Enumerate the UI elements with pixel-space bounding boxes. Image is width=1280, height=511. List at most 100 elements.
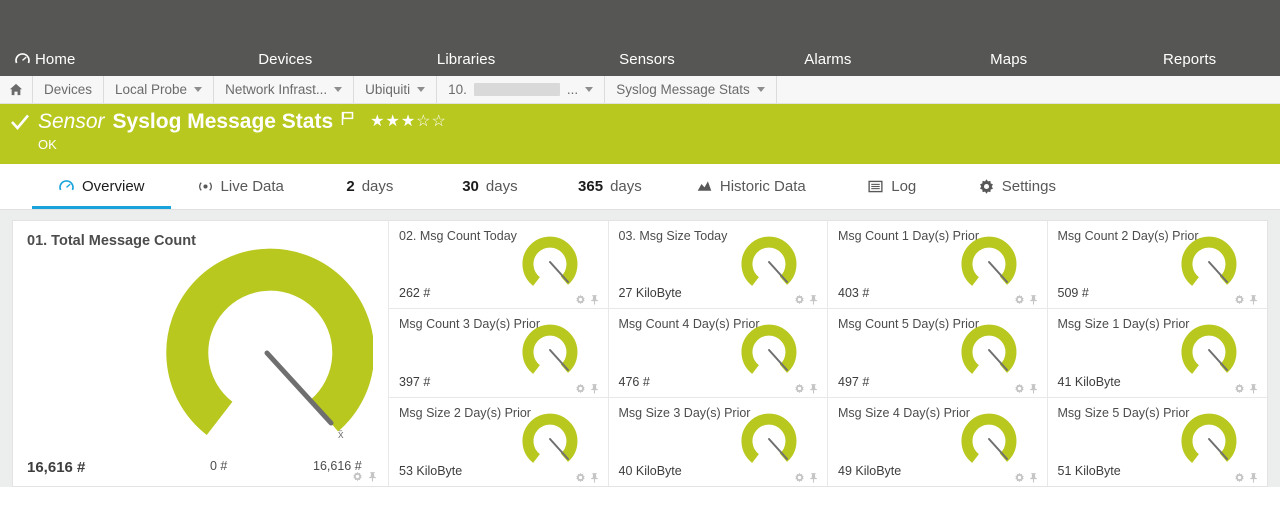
breadcrumb-label-suffix: ...	[567, 82, 578, 97]
gear-icon[interactable]	[1014, 381, 1025, 392]
star-icon-empty[interactable]: ☆	[416, 114, 430, 130]
gear-icon[interactable]	[1234, 381, 1245, 392]
pin-icon[interactable]	[589, 470, 600, 481]
gear-icon[interactable]	[352, 469, 363, 480]
pin-icon[interactable]	[1248, 470, 1259, 481]
tab-number: 365	[578, 178, 603, 195]
tab-settings[interactable]: Settings	[952, 164, 1082, 209]
channel-card[interactable]: Msg Size 1 Day(s) Prior 41 KiloByte	[1048, 309, 1268, 397]
gear-icon[interactable]	[1014, 470, 1025, 481]
pin-icon[interactable]	[808, 381, 819, 392]
chevron-down-icon[interactable]	[585, 87, 593, 92]
star-icon-filled[interactable]: ★	[385, 114, 399, 130]
star-icon-filled[interactable]: ★	[370, 114, 384, 130]
gear-icon	[978, 178, 995, 195]
tab-log[interactable]: Log	[832, 164, 952, 209]
main-gauge-actions	[352, 469, 378, 480]
nav-item-maps[interactable]: Maps	[918, 42, 1099, 76]
channel-card[interactable]: Msg Count 5 Day(s) Prior 497 #	[828, 309, 1048, 397]
pin-icon[interactable]	[808, 470, 819, 481]
channel-value: 40 KiloByte	[619, 464, 682, 478]
gear-icon[interactable]	[794, 292, 805, 303]
gear-icon[interactable]	[1234, 292, 1245, 303]
gear-icon[interactable]	[794, 381, 805, 392]
redacted-block	[474, 83, 560, 96]
tab-365-days[interactable]: 365 days	[550, 164, 670, 209]
pin-icon[interactable]	[1028, 470, 1039, 481]
channel-actions	[1234, 381, 1259, 392]
channel-card[interactable]: Msg Count 3 Day(s) Prior 397 #	[389, 309, 609, 397]
pin-icon[interactable]	[1028, 381, 1039, 392]
channel-actions	[1014, 470, 1039, 481]
pin-icon[interactable]	[1028, 292, 1039, 303]
breadcrumb-item-device-ip[interactable]: 10. ...	[437, 76, 605, 103]
breadcrumb-item-ubiquiti[interactable]: Ubiquiti	[354, 76, 437, 103]
nav-item-reports[interactable]: Reports	[1099, 42, 1280, 76]
tab-2-days[interactable]: 2 days	[310, 164, 430, 209]
check-icon	[10, 112, 30, 132]
sensor-title-row: Sensor Syslog Message Stats ★ ★ ★ ☆ ☆	[10, 110, 1280, 134]
channel-card[interactable]: Msg Size 2 Day(s) Prior 53 KiloByte	[389, 398, 609, 486]
star-icon-filled[interactable]: ★	[401, 114, 415, 130]
main-gauge-value: 16,616 #	[27, 459, 85, 476]
channel-value: 41 KiloByte	[1058, 375, 1121, 389]
channel-card[interactable]: 02. Msg Count Today 262 #	[389, 221, 609, 309]
nav-item-home[interactable]: Home	[0, 42, 195, 76]
gear-icon[interactable]	[575, 292, 586, 303]
breadcrumb: Devices Local Probe Network Infrast... U…	[0, 76, 1280, 104]
channel-card[interactable]: Msg Count 2 Day(s) Prior 509 #	[1048, 221, 1268, 309]
gear-icon[interactable]	[575, 470, 586, 481]
nav-item-devices[interactable]: Devices	[195, 42, 376, 76]
flag-icon[interactable]	[341, 111, 354, 126]
breadcrumb-item-syslog-message-stats[interactable]: Syslog Message Stats	[605, 76, 777, 103]
channel-card[interactable]: 03. Msg Size Today 27 KiloByte	[609, 221, 829, 309]
pin-icon[interactable]	[1248, 292, 1259, 303]
pin-icon[interactable]	[1248, 381, 1259, 392]
mean-marker: x̄	[338, 429, 344, 441]
breadcrumb-item-local-probe[interactable]: Local Probe	[104, 76, 214, 103]
pin-icon[interactable]	[589, 381, 600, 392]
nav-item-label: Home	[35, 51, 75, 68]
breadcrumb-item-devices[interactable]: Devices	[33, 76, 104, 103]
top-navigation-items: Home Devices Libraries Sensors Alarms Ma…	[0, 42, 1280, 76]
gear-icon[interactable]	[1234, 470, 1245, 481]
gear-icon[interactable]	[1014, 292, 1025, 303]
breadcrumb-label: Devices	[44, 82, 92, 97]
nav-item-libraries[interactable]: Libraries	[376, 42, 557, 76]
pin-icon[interactable]	[589, 292, 600, 303]
channel-card[interactable]: Msg Count 4 Day(s) Prior 476 #	[609, 309, 829, 397]
nav-item-sensors[interactable]: Sensors	[557, 42, 738, 76]
pin-icon[interactable]	[808, 292, 819, 303]
channel-actions	[794, 292, 819, 303]
main-gauge-card[interactable]: 01. Total Message Count x̄ 0 # 16,616 # …	[13, 221, 389, 486]
channel-card[interactable]: Msg Size 5 Day(s) Prior 51 KiloByte	[1048, 398, 1268, 486]
tab-30-days[interactable]: 30 days	[430, 164, 550, 209]
gear-icon[interactable]	[575, 381, 586, 392]
channel-card[interactable]: Msg Size 3 Day(s) Prior 40 KiloByte	[609, 398, 829, 486]
breadcrumb-item-network-infrastructure[interactable]: Network Infrast...	[214, 76, 354, 103]
tab-number: 30	[462, 178, 479, 195]
chevron-down-icon[interactable]	[334, 87, 342, 92]
channel-value: 51 KiloByte	[1058, 464, 1121, 478]
chevron-down-icon[interactable]	[194, 87, 202, 92]
tab-label: days	[486, 178, 518, 195]
gauge-graphic	[739, 233, 803, 291]
tab-historic-data[interactable]: Historic Data	[670, 164, 832, 209]
gauge-graphic	[739, 410, 803, 468]
log-icon	[867, 178, 884, 195]
chevron-down-icon[interactable]	[757, 87, 765, 92]
channel-actions	[1234, 292, 1259, 303]
pin-icon[interactable]	[367, 469, 378, 480]
gear-icon[interactable]	[794, 470, 805, 481]
gauge-icon	[58, 178, 75, 195]
tab-overview[interactable]: Overview	[32, 164, 171, 209]
star-icon-empty[interactable]: ☆	[432, 114, 446, 130]
chevron-down-icon[interactable]	[417, 87, 425, 92]
channel-card[interactable]: Msg Size 4 Day(s) Prior 49 KiloByte	[828, 398, 1048, 486]
nav-item-alarms[interactable]: Alarms	[737, 42, 918, 76]
breadcrumb-label: Syslog Message Stats	[616, 82, 750, 97]
tab-live-data[interactable]: Live Data	[171, 164, 310, 209]
channel-card[interactable]: Msg Count 1 Day(s) Prior 403 #	[828, 221, 1048, 309]
sensor-priority-stars[interactable]: ★ ★ ★ ☆ ☆	[370, 114, 446, 130]
breadcrumb-home-button[interactable]	[0, 76, 33, 103]
